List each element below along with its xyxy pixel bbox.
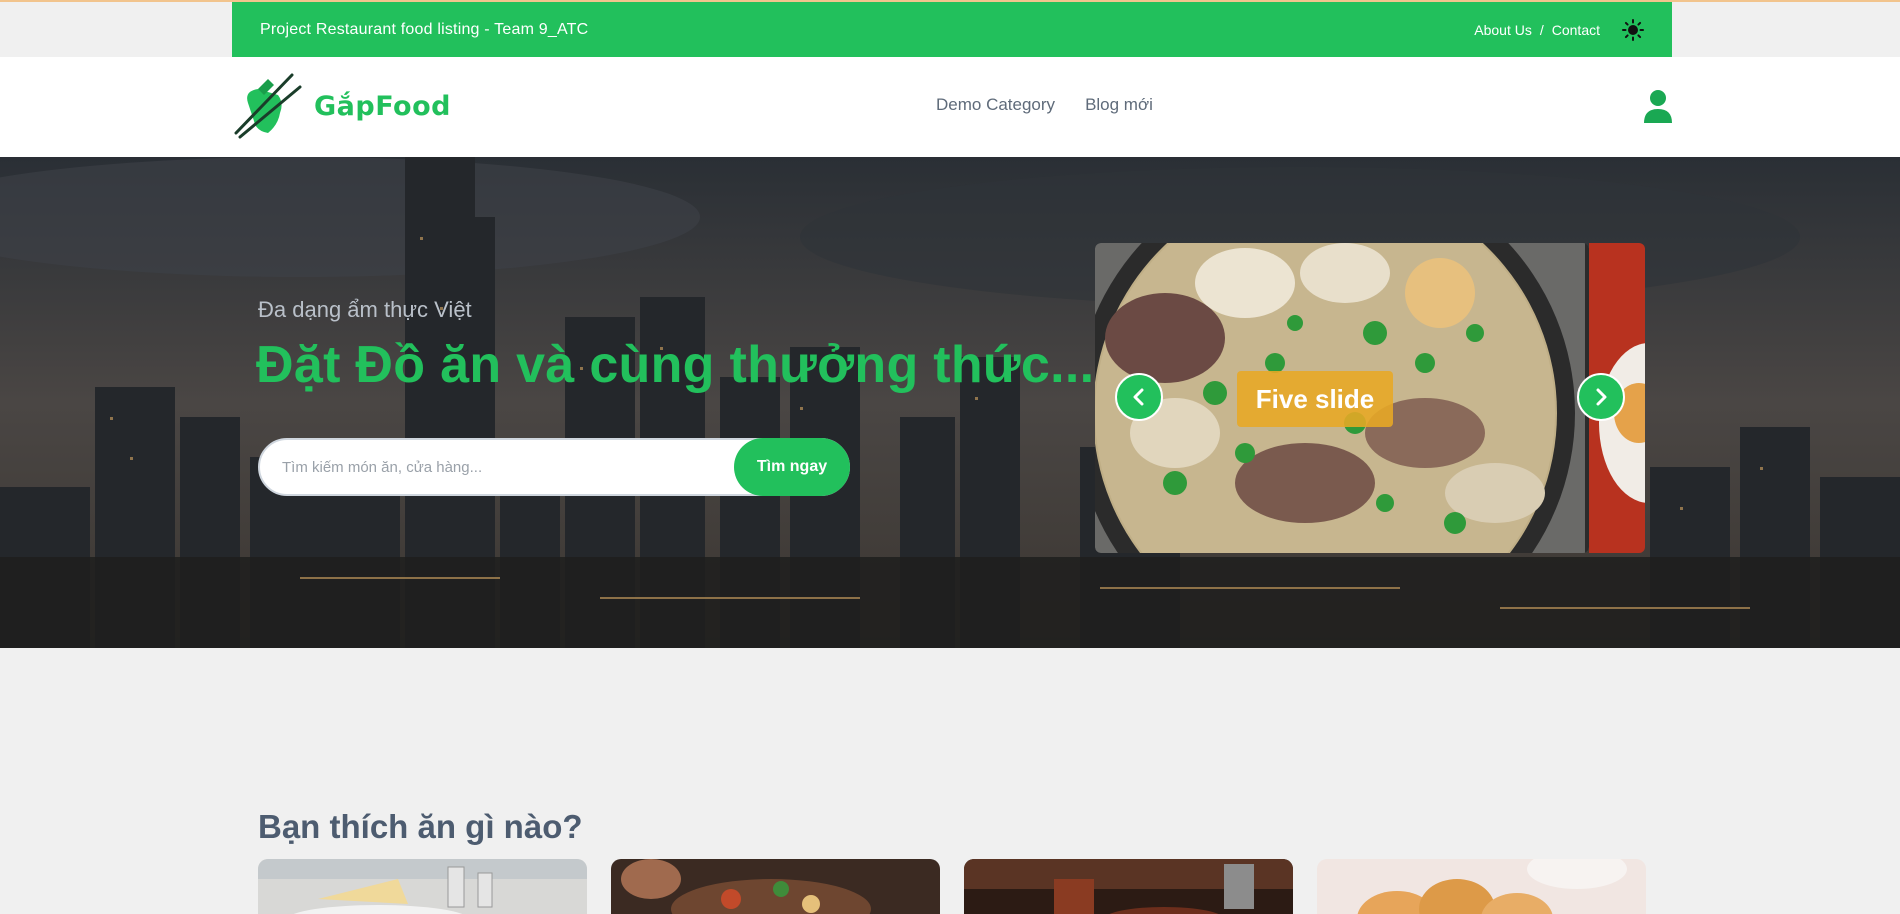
chevron-right-icon [1596, 388, 1607, 406]
food-card[interactable] [611, 859, 940, 914]
hero-title: Đặt Đồ ăn và cùng thưởng thức... [256, 336, 1095, 394]
slide-caption: Five slide [1237, 371, 1393, 427]
sun-icon[interactable] [1622, 18, 1644, 41]
food-card-image [1317, 859, 1646, 914]
chopsticks-logo-icon [234, 73, 302, 139]
carousel-prev-button[interactable] [1115, 373, 1163, 421]
user-icon[interactable] [1643, 89, 1673, 123]
project-title: Project Restaurant food listing - Team 9… [260, 20, 589, 38]
search-input[interactable] [282, 440, 722, 494]
food-card-image [964, 859, 1293, 914]
hero-banner: Đa dạng ẩm thực Việt Đặt Đồ ăn và cùng t… [0, 157, 1900, 648]
top-bar-links: About Us / Contact [1474, 18, 1644, 41]
food-card-image [611, 859, 940, 914]
link-separator: / [1539, 21, 1544, 38]
main-navbar: GắpFood Demo Category Blog mới [0, 57, 1900, 157]
chevron-left-icon [1133, 388, 1144, 406]
nav-demo-category[interactable]: Demo Category [936, 95, 1055, 115]
logo-text: GắpFood [314, 90, 451, 122]
food-card-image [258, 859, 587, 914]
carousel-next-button[interactable] [1577, 373, 1625, 421]
about-us-link[interactable]: About Us [1474, 22, 1532, 38]
food-card[interactable] [258, 859, 587, 914]
search-button[interactable]: Tìm ngay [734, 438, 850, 496]
food-card[interactable] [964, 859, 1293, 914]
carousel-slide: Five slide [1095, 243, 1589, 553]
top-bar: Project Restaurant food listing - Team 9… [232, 2, 1672, 57]
search-bar: Tìm ngay [258, 438, 850, 496]
contact-link[interactable]: Contact [1552, 22, 1600, 38]
logo[interactable]: GắpFood [234, 73, 451, 139]
nav-blog[interactable]: Blog mới [1085, 95, 1153, 115]
food-category-cards [258, 859, 1648, 914]
food-carousel: Five slide [1095, 243, 1645, 553]
hero-subtitle: Đa dạng ẩm thực Việt [258, 297, 472, 322]
nav-links: Demo Category Blog mới [936, 95, 1153, 115]
section-title: Bạn thích ăn gì nào? [258, 808, 583, 845]
food-card[interactable] [1317, 859, 1646, 914]
